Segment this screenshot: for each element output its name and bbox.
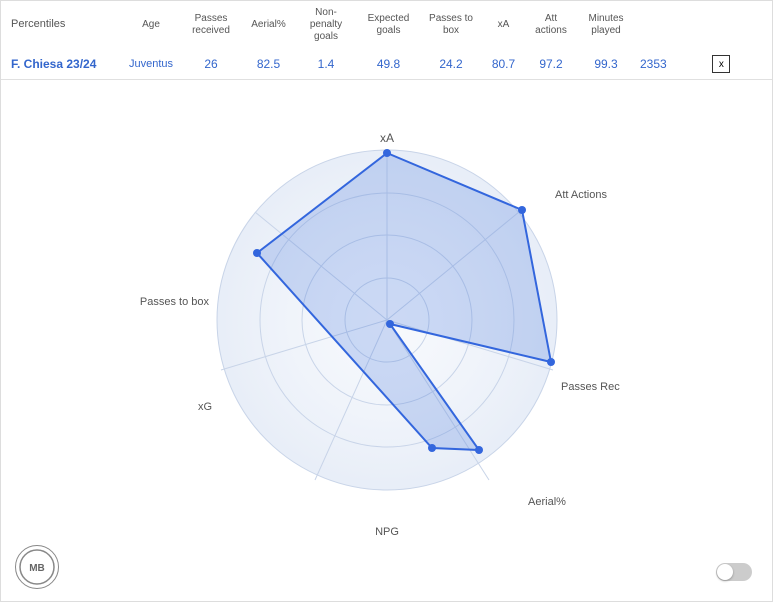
label-xa: xA xyxy=(379,131,393,145)
logo: MB xyxy=(15,545,59,589)
radar-chart: xA Att Actions Passes Rec Aerial% NPG xG… xyxy=(137,90,637,550)
toggle-switch[interactable] xyxy=(716,563,752,581)
logo-svg: MB xyxy=(19,549,55,585)
player-passes-received: 82.5 xyxy=(241,49,296,80)
col-header-xa: xA xyxy=(481,1,526,49)
point-passes-box xyxy=(253,249,261,257)
col-header-close xyxy=(636,1,671,49)
point-npg xyxy=(475,446,483,454)
col-header-age: Age xyxy=(121,1,181,49)
player-minutes: 2353 xyxy=(636,49,671,80)
player-name[interactable]: F. Chiesa 23/24 xyxy=(1,49,121,80)
label-xg: xG xyxy=(197,401,211,413)
close-cell: x xyxy=(671,49,772,80)
col-header-xg: Expected goals xyxy=(356,1,421,49)
col-header-minutes: Minutes played xyxy=(576,1,636,49)
label-passes-rec: Passes Rec xyxy=(561,381,620,393)
player-aerial: 1.4 xyxy=(296,49,356,80)
team-name[interactable]: Juventus xyxy=(121,49,181,80)
percentiles-header: Percentiles xyxy=(1,1,121,49)
radar-chart-area: xA Att Actions Passes Rec Aerial% NPG xG… xyxy=(1,80,772,590)
col-header-passes-box: Passes to box xyxy=(421,1,481,49)
point-att-actions xyxy=(518,206,526,214)
point-xg xyxy=(428,444,436,452)
percentiles-table: Percentiles Age Passes received Aerial% … xyxy=(1,1,772,80)
col-header-att-actions: Att actions xyxy=(526,1,576,49)
close-button[interactable]: x xyxy=(712,55,730,73)
label-att-actions: Att Actions xyxy=(555,189,607,201)
player-att-actions: 99.3 xyxy=(576,49,636,80)
col-header-npg: Non-penalty goals xyxy=(296,1,356,49)
point-aerial xyxy=(386,320,394,328)
main-container: Percentiles Age Passes received Aerial% … xyxy=(0,0,773,602)
toggle-thumb xyxy=(717,564,733,580)
svg-text:MB: MB xyxy=(29,563,45,574)
player-passes-box: 80.7 xyxy=(481,49,526,80)
player-xa: 97.2 xyxy=(526,49,576,80)
player-xg: 24.2 xyxy=(421,49,481,80)
player-npg: 49.8 xyxy=(356,49,421,80)
col-header-passes-received: Passes received xyxy=(181,1,241,49)
point-passes-rec xyxy=(547,358,555,366)
player-age: 26 xyxy=(181,49,241,80)
col-header-aerial: Aerial% xyxy=(241,1,296,49)
label-aerial: Aerial% xyxy=(528,496,566,508)
point-xa xyxy=(383,149,391,157)
label-npg: NPG xyxy=(375,526,399,538)
label-passes-box: Passes to box xyxy=(139,296,209,308)
